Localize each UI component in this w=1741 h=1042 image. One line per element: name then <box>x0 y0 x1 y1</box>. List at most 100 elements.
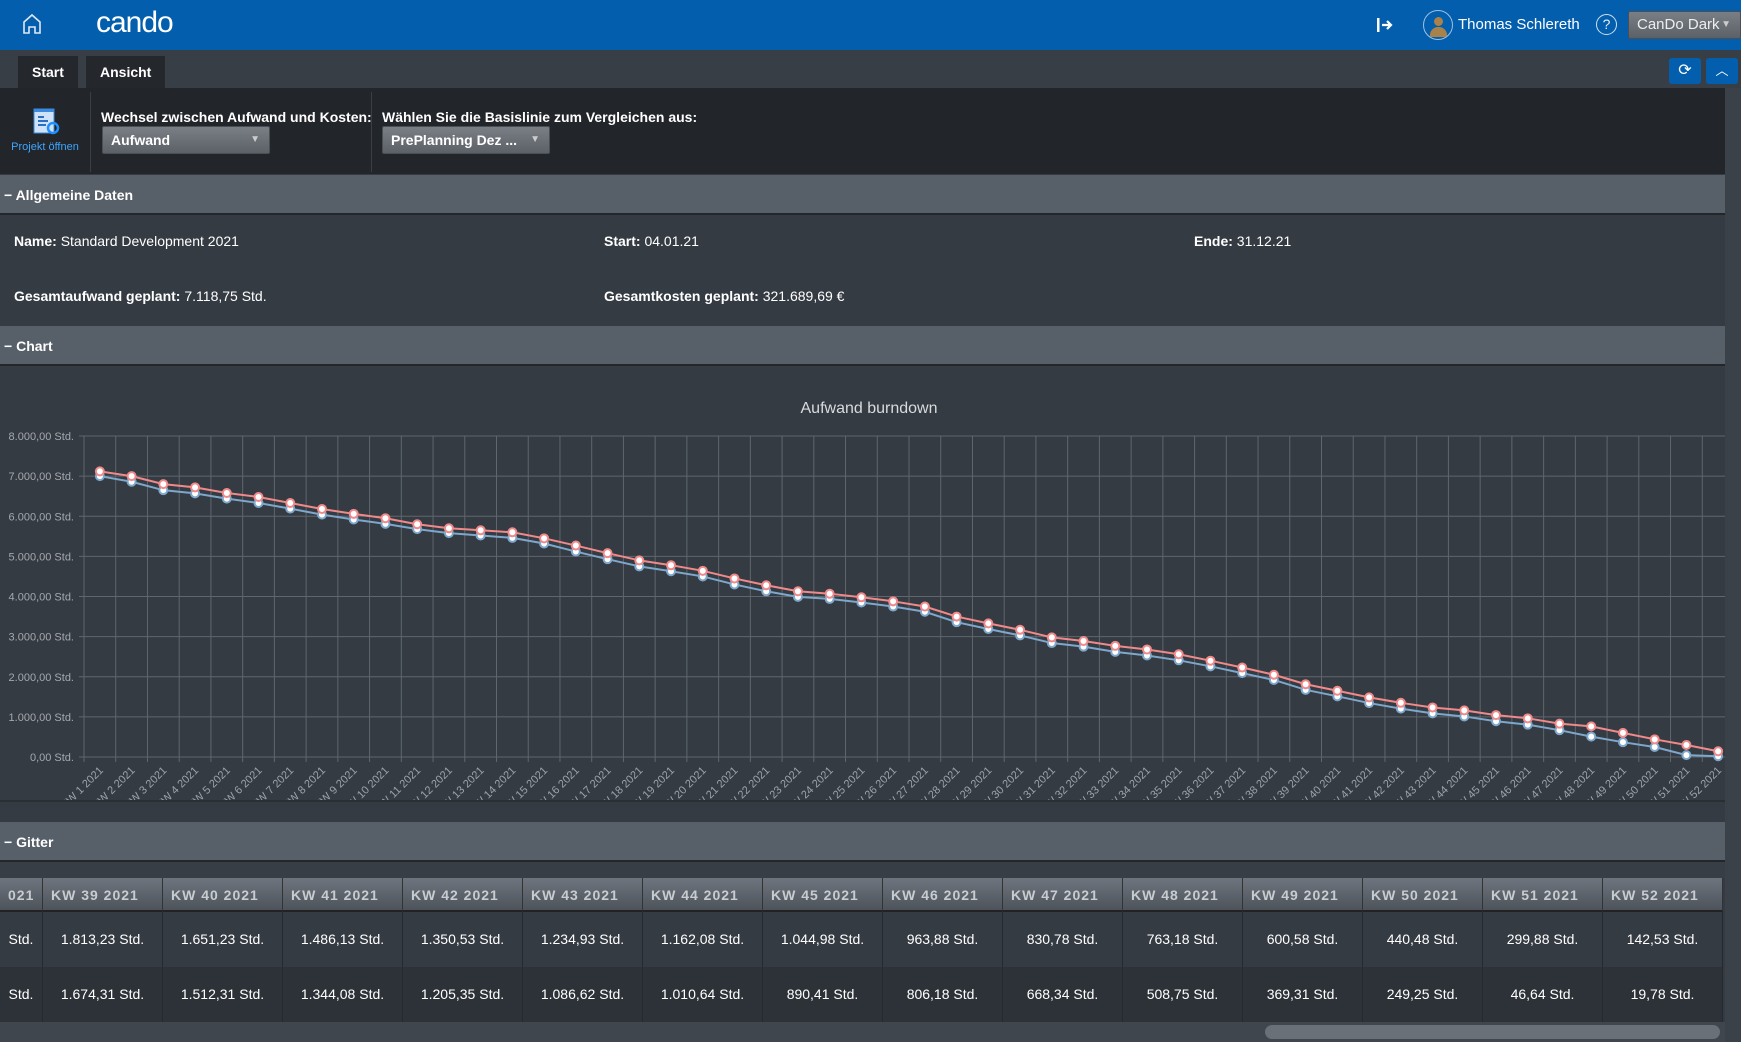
grid-cell: Std. <box>0 912 43 967</box>
column-header[interactable]: KW 44 2021 <box>643 878 763 912</box>
data-point <box>348 508 359 519</box>
field-label: Start: <box>604 233 641 249</box>
home-icon[interactable] <box>20 12 44 36</box>
grid-cell: 142,53 Std. <box>1603 912 1723 967</box>
data-point <box>1173 649 1184 660</box>
data-point <box>1554 718 1565 729</box>
collapse-icon[interactable]: − <box>4 834 12 850</box>
tab-start[interactable]: Start <box>18 56 78 88</box>
column-header[interactable]: 021 <box>0 878 43 912</box>
data-point <box>729 573 740 584</box>
open-project-button[interactable]: Projekt öffnen <box>6 108 84 153</box>
grid-cell: 806,18 Std. <box>883 967 1003 1022</box>
scrollbar-thumb[interactable] <box>1265 1025 1720 1039</box>
data-point <box>1237 662 1248 673</box>
theme-select[interactable]: CanDo Dark ▼ <box>1628 11 1741 39</box>
effort-cost-select[interactable]: Aufwand ▼ <box>102 126 270 154</box>
tab-bar: Start Ansicht ⟳ ︿ <box>0 50 1741 88</box>
y-tick-label: 3.000,00 Std. <box>9 632 74 644</box>
tab-ansicht[interactable]: Ansicht <box>86 56 166 88</box>
data-point <box>824 588 835 599</box>
column-header[interactable]: KW 48 2021 <box>1123 878 1243 912</box>
vertical-scrollbar[interactable] <box>1725 88 1741 1042</box>
data-point <box>507 527 518 538</box>
column-header[interactable]: KW 39 2021 <box>43 878 163 912</box>
chevron-down-icon: ▼ <box>1721 19 1731 30</box>
y-tick-label: 5.000,00 Std. <box>9 551 74 563</box>
collapse-ribbon-button[interactable]: ︿ <box>1706 58 1738 84</box>
section-header-chart[interactable]: − Chart <box>0 326 1741 366</box>
column-header[interactable]: KW 46 2021 <box>883 878 1003 912</box>
ribbon: Projekt öffnen Wechsel zwischen Aufwand … <box>0 88 1725 174</box>
field-total-cost: Gesamtkosten geplant: 321.689,69 € <box>604 288 844 304</box>
data-point <box>951 611 962 622</box>
column-header[interactable]: KW 50 2021 <box>1363 878 1483 912</box>
data-point <box>792 586 803 597</box>
data-point <box>190 482 201 493</box>
column-header[interactable]: KW 43 2021 <box>523 878 643 912</box>
grid-cell: 763,18 Std. <box>1123 912 1243 967</box>
field-start: Start: 04.01.21 <box>604 233 699 249</box>
data-point <box>1681 750 1692 761</box>
refresh-button[interactable]: ⟳ <box>1669 58 1701 84</box>
grid-cell: 508,75 Std. <box>1123 967 1243 1022</box>
data-point <box>602 548 613 559</box>
y-tick-label: 6.000,00 Std. <box>9 511 74 523</box>
baseline-select[interactable]: PrePlanning Dez ... ▼ <box>382 126 550 154</box>
data-point <box>888 596 899 607</box>
data-point <box>475 525 486 536</box>
data-point <box>94 466 105 477</box>
column-header[interactable]: KW 52 2021 <box>1603 878 1723 912</box>
collapse-icon[interactable]: − <box>4 187 12 203</box>
horizontal-scrollbar[interactable] <box>0 1022 1725 1042</box>
top-bar: cando Thomas Schlereth ? CanDo Dark ▼ <box>0 0 1741 50</box>
column-header[interactable]: KW 45 2021 <box>763 878 883 912</box>
section-title: Gitter <box>16 834 54 850</box>
open-project-icon <box>33 108 60 135</box>
field-total-effort: Gesamtaufwand geplant: 7.118,75 Std. <box>14 288 267 304</box>
collapse-icon[interactable]: − <box>4 338 12 354</box>
logout-icon[interactable] <box>1375 15 1395 35</box>
column-header[interactable]: KW 42 2021 <box>403 878 523 912</box>
column-header[interactable]: KW 47 2021 <box>1003 878 1123 912</box>
data-point <box>983 618 994 629</box>
data-point <box>1427 702 1438 713</box>
data-point <box>1459 705 1470 716</box>
user-avatar-icon[interactable] <box>1423 10 1453 40</box>
user-name[interactable]: Thomas Schlereth <box>1458 16 1580 33</box>
field-value: 31.12.21 <box>1236 233 1292 249</box>
column-header[interactable]: KW 41 2021 <box>283 878 403 912</box>
data-point <box>158 479 169 490</box>
data-point <box>666 560 677 571</box>
data-point <box>1522 713 1533 724</box>
field-label: Ende: <box>1194 233 1233 249</box>
y-tick-label: 8.000,00 Std. <box>9 431 74 443</box>
grid-cell: 1.651,23 Std. <box>163 912 283 967</box>
column-header[interactable]: KW 49 2021 <box>1243 878 1363 912</box>
divider <box>371 92 372 172</box>
section-header-general[interactable]: − Allgemeine Daten <box>0 175 1741 215</box>
cando-logo[interactable]: cando <box>96 6 174 40</box>
grid-cell: 1.813,23 Std. <box>43 912 163 967</box>
data-point <box>285 498 296 509</box>
field-label: Name: <box>14 233 57 249</box>
grid-cell: Std. <box>0 967 43 1022</box>
field-value: 04.01.21 <box>644 233 699 249</box>
baseline-label: Wählen Sie die Basislinie zum Vergleiche… <box>382 109 698 125</box>
data-point <box>380 513 391 524</box>
grid-cell: 1.044,98 Std. <box>763 912 883 967</box>
grid-cell: 1.205,35 Std. <box>403 967 523 1022</box>
column-header[interactable]: KW 51 2021 <box>1483 878 1603 912</box>
data-point <box>1078 636 1089 647</box>
grid-cell: 1.350,53 Std. <box>403 912 523 967</box>
grid-cell: 19,78 Std. <box>1603 967 1723 1022</box>
data-point <box>221 487 232 498</box>
section-header-grid[interactable]: − Gitter <box>0 822 1741 862</box>
column-header[interactable]: KW 40 2021 <box>163 878 283 912</box>
data-point <box>697 565 708 576</box>
help-icon[interactable]: ? <box>1596 14 1617 35</box>
switch-label: Wechsel zwischen Aufwand und Kosten: <box>101 109 372 125</box>
grid-cell: 1.086,62 Std. <box>523 967 643 1022</box>
section-title: Chart <box>16 338 53 354</box>
data-point <box>761 580 772 591</box>
